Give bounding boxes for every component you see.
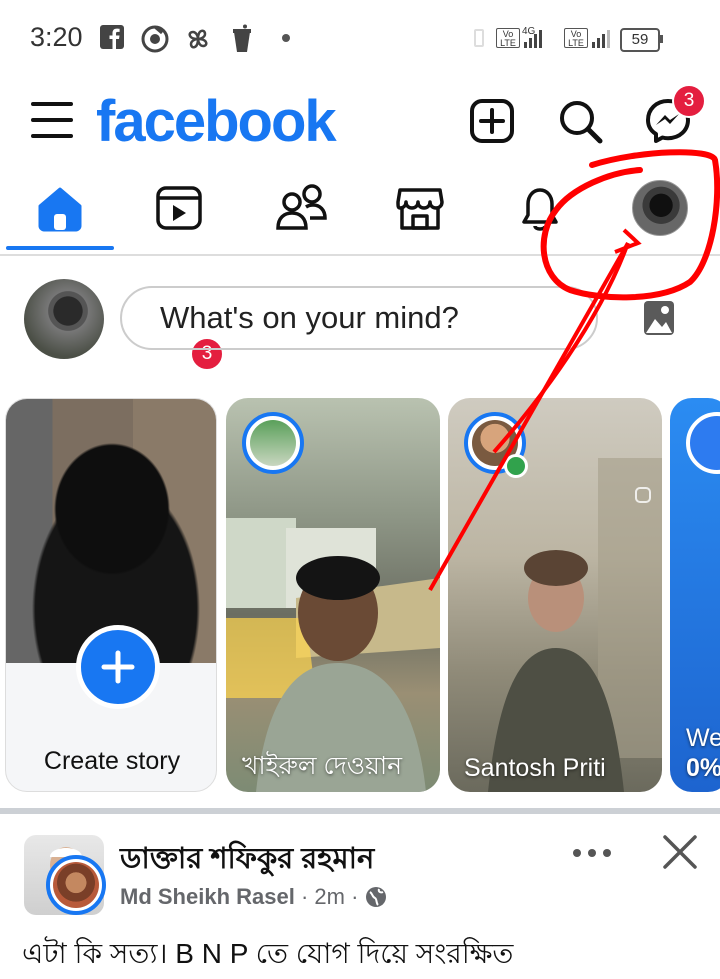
story-avatar — [250, 420, 296, 466]
pinwheel-icon — [183, 24, 211, 52]
signal-bars-1-icon — [522, 26, 548, 50]
composer-placeholder: What's on your mind? — [160, 300, 459, 335]
cup-icon — [228, 24, 256, 52]
create-story-photo — [6, 399, 216, 663]
story-avatar-ring — [242, 412, 304, 474]
menu-icon[interactable] — [30, 100, 74, 140]
story-card[interactable]: Santosh Priti — [448, 398, 662, 792]
messenger-badge: 3 — [672, 84, 706, 118]
dot-icon — [272, 24, 300, 52]
status-bar: 3:20 Vo LTE 4G Vo LTE 59 — [0, 0, 720, 80]
home-icon — [38, 187, 82, 232]
meta-separator: · — [351, 884, 359, 909]
facebook-logo: facebook — [96, 89, 337, 154]
post-text: এটা কি সত্য। B N P তে যোগ দিয়ে সংরক্ষিত — [22, 938, 514, 969]
friends-icon — [276, 184, 327, 230]
signal-bars-2-icon — [590, 26, 616, 50]
story-author-name: খাইরুল দেওয়ান — [242, 752, 403, 780]
bell-icon — [522, 188, 558, 231]
story-card[interactable]: খাইরুল দেওয়ান — [226, 398, 440, 792]
feed-separator — [0, 808, 720, 814]
post-meta: Md Sheikh Rasel · 2m · — [120, 884, 387, 914]
more-options-icon[interactable] — [572, 846, 612, 858]
user-avatar[interactable] — [24, 279, 104, 359]
chrome-like-icon — [140, 24, 169, 53]
status-time: 3:20 — [30, 22, 83, 52]
facebook-icon — [98, 24, 126, 52]
story-avatar-ring — [686, 412, 720, 474]
battery-nub — [659, 35, 663, 43]
search-button[interactable] — [556, 97, 604, 145]
tab-marketplace[interactable] — [360, 160, 480, 254]
vibrate-icon — [470, 28, 488, 48]
tab-notifications[interactable] — [480, 160, 600, 254]
post-time[interactable]: 2m — [314, 884, 345, 909]
globe-icon — [365, 886, 387, 914]
create-story-card[interactable]: Create story — [5, 398, 217, 792]
meta-separator: · — [300, 884, 309, 909]
story-progress: 0% — [686, 754, 720, 782]
volte-1: Vo LTE — [496, 28, 520, 48]
post-poster-name[interactable]: Md Sheikh Rasel — [120, 884, 295, 909]
story-card[interactable]: We 0% — [670, 398, 720, 792]
profile-avatar — [632, 180, 688, 236]
plus-square-icon — [470, 99, 514, 143]
tab-video[interactable] — [120, 160, 240, 254]
marketplace-icon — [396, 188, 444, 230]
tab-friends[interactable] — [240, 160, 360, 254]
battery-level: 59 — [620, 28, 660, 52]
online-status-dot — [504, 454, 528, 478]
volte-2: Vo LTE — [564, 28, 588, 48]
poster-avatar[interactable] — [46, 855, 106, 915]
create-post-button[interactable] — [468, 97, 516, 145]
create-story-label: Create story — [43, 747, 181, 775]
search-icon — [560, 101, 603, 144]
photo-icon[interactable] — [642, 299, 676, 337]
story-author-name: Santosh Priti — [464, 754, 606, 782]
active-tab-indicator — [6, 246, 114, 250]
tab-bar: 3 — [0, 160, 720, 371]
add-story-plus-icon[interactable] — [76, 625, 160, 709]
story-author-name: We — [686, 724, 720, 752]
poster-avatar-image — [53, 862, 99, 908]
tab-home[interactable] — [0, 160, 120, 254]
close-icon[interactable] — [662, 834, 698, 870]
post-author[interactable]: ডাক্তার শফিকুর রহমান — [120, 836, 374, 885]
tab-profile[interactable] — [600, 160, 720, 254]
video-icon — [156, 186, 202, 230]
